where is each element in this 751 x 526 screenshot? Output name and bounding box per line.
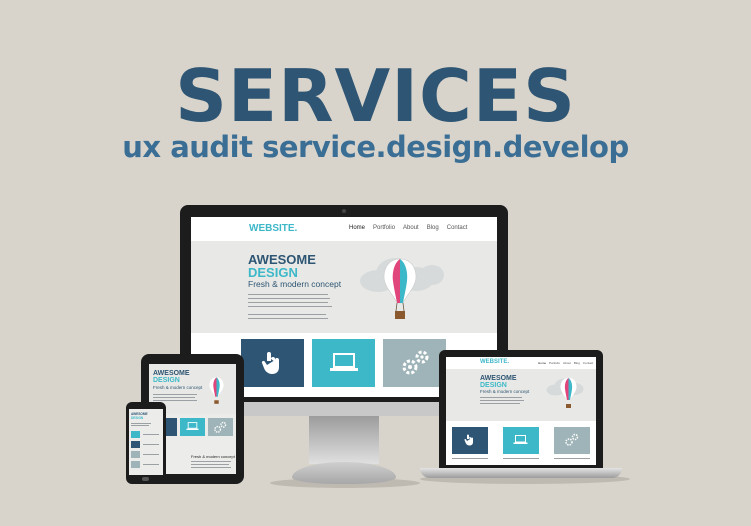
gears-icon	[214, 421, 227, 433]
website-nav-links: Home Portfolio About Blog Contact	[349, 225, 467, 231]
hero-title-awesome: AWESOME	[480, 375, 517, 382]
website-hero: AWESOME DESIGN Fresh & modern concept	[191, 241, 497, 333]
hero-text-line	[131, 425, 149, 426]
page-subtitle: ux audit service.design.develop	[122, 130, 629, 164]
hero-title-design: DESIGN	[248, 265, 298, 280]
section-text-line	[191, 461, 231, 462]
website-logo: WEBSITE.	[480, 359, 510, 365]
tile-text-line	[452, 458, 488, 459]
tile-touch[interactable]	[452, 427, 488, 454]
tile-text-line	[554, 458, 590, 459]
hero-subtitle: Fresh & modern concept	[480, 389, 530, 394]
hot-air-balloon-icon	[560, 378, 577, 408]
tile-laptop[interactable]	[180, 418, 205, 436]
website-nav: WEBSITE. Home Portfolio About Blog Contact	[446, 357, 596, 369]
hero-text-line	[480, 403, 520, 404]
website-logo: WEBSITE.	[249, 223, 298, 234]
nav-link-home[interactable]: Home	[349, 225, 365, 231]
nav-link-home[interactable]: Home	[538, 361, 546, 365]
nav-link-blog[interactable]: Blog	[574, 361, 580, 365]
hero-title-design: DESIGN	[480, 382, 507, 389]
monitor-base	[292, 462, 396, 484]
hero-title-design: DESIGN	[131, 416, 144, 420]
tile-laptop[interactable]	[503, 427, 539, 454]
hero-subtitle: Fresh & modern concept	[153, 385, 203, 390]
hero-title-design: DESIGN	[153, 377, 180, 384]
list-text-line	[143, 444, 159, 445]
laptop-icon	[186, 422, 199, 430]
tile-touch[interactable]	[131, 441, 140, 448]
section-text-line	[191, 464, 229, 465]
nav-link-contact[interactable]: Contact	[583, 361, 593, 365]
hand-pointer-icon	[464, 434, 473, 446]
hero-text-line	[131, 423, 151, 424]
nav-link-contact[interactable]: Contact	[447, 225, 468, 231]
hero-text-line	[480, 397, 522, 398]
section-text-line	[191, 467, 231, 468]
tile-gears[interactable]	[131, 461, 140, 468]
nav-link-about[interactable]: About	[563, 361, 571, 365]
hero-title-awesome: AWESOME	[153, 370, 190, 377]
hero-text-line	[153, 400, 197, 401]
hand-pointer-icon	[261, 352, 279, 374]
tile-touch[interactable]	[241, 339, 304, 387]
laptop-base	[420, 468, 622, 478]
laptop: WEBSITE. Home Portfolio About Blog Contact A…	[439, 350, 603, 468]
website-hero: AWESOME DESIGN Fresh & modern concept	[446, 369, 596, 421]
gears-icon	[565, 433, 579, 446]
hero-subtitle: Fresh & modern concept	[248, 279, 342, 289]
tile-gears[interactable]	[131, 451, 140, 458]
section-heading: Fresh & modern concept	[191, 454, 235, 459]
hero-text-line	[248, 314, 326, 315]
nav-link-blog[interactable]: Blog	[427, 225, 439, 231]
tile-laptop[interactable]	[131, 431, 140, 438]
monitor-stand	[309, 416, 379, 464]
hero-text-line	[153, 397, 195, 398]
hot-air-balloon-icon	[209, 377, 224, 404]
hero-text-line	[248, 294, 328, 295]
smartphone: AWESOME DESIGN	[126, 402, 166, 484]
hero-text-line	[248, 318, 328, 319]
laptop-icon	[330, 353, 358, 371]
hero-text-line	[153, 394, 197, 395]
home-button[interactable]	[142, 477, 149, 481]
phone-screen: AWESOME DESIGN	[129, 409, 163, 475]
tile-gears[interactable]	[554, 427, 590, 454]
feature-tiles	[446, 421, 596, 465]
hot-air-balloon-icon	[383, 258, 417, 319]
tile-gears[interactable]	[208, 418, 233, 436]
hero-text-line	[248, 298, 330, 299]
nav-link-about[interactable]: About	[403, 225, 419, 231]
list-text-line	[143, 454, 159, 455]
webcam-icon	[342, 209, 346, 213]
nav-link-portfolio[interactable]: Portfolio	[549, 361, 560, 365]
list-text-line	[143, 464, 159, 465]
page-title: SERVICES	[175, 54, 576, 138]
tile-gears[interactable]	[383, 339, 446, 387]
list-text-line	[143, 434, 159, 435]
gears-icon	[402, 350, 429, 375]
website-nav: WEBSITE. Home Portfolio About Blog Contact	[191, 217, 497, 241]
nav-link-portfolio[interactable]: Portfolio	[373, 225, 395, 231]
laptop-screen: WEBSITE. Home Portfolio About Blog Contact A…	[446, 357, 596, 465]
tile-laptop[interactable]	[312, 339, 375, 387]
laptop-icon	[513, 435, 528, 444]
hero-text-line	[480, 400, 524, 401]
hero-text-line	[248, 306, 332, 307]
tile-text-line	[503, 458, 539, 459]
hero-text-line	[248, 302, 328, 303]
website-nav-links: Home Portfolio About Blog Contact	[538, 361, 593, 365]
